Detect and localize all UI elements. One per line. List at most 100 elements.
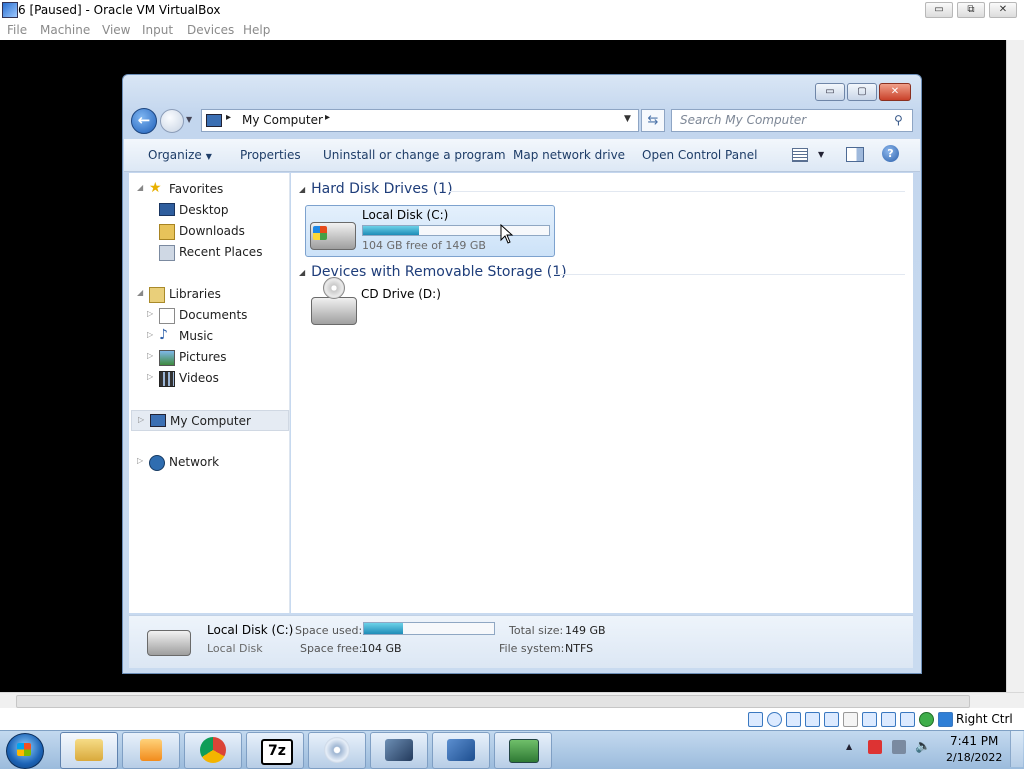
forward-button[interactable] (160, 109, 184, 133)
group-divider (449, 191, 905, 192)
sidebar-item-favorites[interactable]: ◢ ★ Favorites (129, 179, 287, 200)
sidebar-item-documents[interactable]: ▷ Documents (129, 305, 287, 326)
sidebar-item-downloads[interactable]: Downloads (129, 221, 287, 242)
sidebar-item-pictures[interactable]: ▷ Pictures (129, 347, 287, 368)
drive-tile-local-disk-c[interactable]: Local Disk (C:) 104 GB free of 149 GB (305, 205, 555, 257)
change-view-icon[interactable] (792, 148, 808, 162)
expand-arrow-icon[interactable]: ▷ (147, 309, 153, 318)
expand-arrow-icon[interactable]: ▷ (147, 372, 153, 381)
network-icon (149, 455, 165, 471)
menu-file[interactable]: File (7, 23, 27, 37)
horizontal-scrollbar[interactable] (0, 692, 1024, 709)
chevron-down-icon[interactable]: ▼ (818, 150, 824, 159)
recording-status-icon[interactable] (881, 712, 896, 727)
drive-free-space: 104 GB free of 149 GB (362, 239, 486, 252)
sidebar-item-label: Desktop (179, 203, 229, 217)
history-dropdown-icon[interactable]: ▼ (186, 115, 192, 124)
sidebar-item-label: Recent Places (179, 245, 263, 259)
space-free-value: 104 GB (361, 642, 402, 655)
show-desktop-button[interactable] (1010, 731, 1023, 767)
action-center-flag-icon[interactable] (868, 740, 882, 754)
sidebar-item-libraries[interactable]: ◢ Libraries (129, 284, 287, 305)
vbox-statusbar (0, 708, 1024, 730)
volume-icon[interactable]: 🔈 (915, 740, 931, 754)
taskbar-virtualbox-button[interactable] (370, 732, 428, 769)
preview-pane-icon[interactable] (846, 147, 864, 162)
keyboard-capture-status-icon[interactable] (938, 712, 953, 727)
sidebar-item-recent-places[interactable]: Recent Places (129, 242, 287, 263)
explorer-close-button[interactable]: ✕ (879, 83, 911, 101)
network-status-icon[interactable] (805, 712, 820, 727)
virtualbox-icon (385, 739, 413, 761)
sidebar-item-network[interactable]: ▷ Network (129, 452, 287, 473)
disc-icon (323, 277, 345, 299)
explorer-maximize-button[interactable]: ▢ (847, 83, 877, 101)
organize-button[interactable]: Organize ▼ (148, 148, 212, 162)
search-icon[interactable]: ⚲ (894, 113, 903, 127)
group-header-hard-disk-drives[interactable]: ◢ Hard Disk Drives (1) (299, 181, 453, 197)
clock-time[interactable]: 7:41 PM (950, 734, 998, 748)
sidebar-item-my-computer[interactable]: ▷ My Computer (131, 410, 289, 431)
vertical-scrollbar[interactable] (1006, 40, 1024, 692)
drive-name[interactable]: CD Drive (D:) (361, 287, 441, 301)
refresh-button[interactable]: ⇆ (641, 109, 665, 132)
explorer-window: ▭ ▢ ✕ ← ▼ ▸ My Computer ▸ ▼ ⇆ Search My … (122, 74, 922, 674)
menu-devices[interactable]: Devices (187, 23, 234, 37)
taskbar-disc-burner-button[interactable] (308, 732, 366, 769)
menu-input[interactable]: Input (142, 23, 173, 37)
taskbar-win7-tool-button[interactable] (432, 732, 490, 769)
restore-button[interactable]: ⧉ (957, 2, 985, 18)
libraries-icon (149, 287, 165, 303)
explorer-minimize-button[interactable]: ▭ (815, 83, 845, 101)
address-dropdown-icon[interactable]: ▼ (624, 114, 631, 124)
audio-status-icon[interactable] (786, 712, 801, 727)
breadcrumb-separator[interactable]: ▸ (226, 112, 231, 123)
sidebar-item-label: Pictures (179, 350, 227, 364)
vt-x-status-icon[interactable] (900, 712, 915, 727)
network-tray-icon[interactable] (892, 740, 906, 754)
taskbar-media-player-button[interactable] (122, 732, 180, 769)
properties-button[interactable]: Properties (240, 148, 301, 162)
taskbar-system-tool-button[interactable] (494, 732, 552, 769)
sidebar-item-music[interactable]: ▷ ♪ Music (129, 326, 287, 347)
address-bar[interactable]: ▸ My Computer ▸ ▼ (201, 109, 639, 132)
show-hidden-icons-icon[interactable]: ▲ (846, 742, 852, 751)
breadcrumb-my-computer[interactable]: My Computer (242, 113, 323, 127)
menu-machine[interactable]: Machine (40, 23, 90, 37)
group-divider (555, 274, 905, 275)
display-status-icon[interactable] (862, 712, 877, 727)
back-button[interactable]: ← (131, 108, 157, 134)
help-icon[interactable]: ? (882, 145, 899, 162)
desktop-icon (159, 203, 175, 216)
collapse-arrow-icon[interactable]: ◢ (137, 288, 143, 297)
file-system-value: NTFS (565, 642, 594, 655)
expand-arrow-icon[interactable]: ▷ (137, 456, 143, 465)
map-network-drive-button[interactable]: Map network drive (513, 148, 625, 162)
uninstall-program-button[interactable]: Uninstall or change a program (323, 148, 506, 162)
hard-disk-status-icon[interactable] (748, 712, 763, 727)
search-input[interactable]: Search My Computer ⚲ (671, 109, 913, 132)
usb-status-icon[interactable] (824, 712, 839, 727)
shared-folders-status-icon[interactable] (843, 712, 858, 727)
breadcrumb-separator[interactable]: ▸ (325, 112, 330, 123)
taskbar-explorer-button[interactable] (60, 732, 118, 769)
mouse-integration-status-icon[interactable] (919, 712, 934, 727)
scrollbar-thumb[interactable] (16, 695, 970, 708)
collapse-arrow-icon[interactable]: ◢ (137, 183, 143, 192)
sidebar-item-desktop[interactable]: Desktop (129, 200, 287, 221)
expand-arrow-icon[interactable]: ▷ (138, 415, 144, 424)
optical-drive-status-icon[interactable] (767, 712, 782, 727)
collapse-arrow-icon[interactable]: ◢ (299, 185, 305, 194)
sidebar-item-videos[interactable]: ▷ Videos (129, 368, 287, 389)
taskbar-7zip-button[interactable]: 7z (246, 732, 304, 769)
menu-help[interactable]: Help (243, 23, 270, 37)
minimize-button[interactable]: ▭ (925, 2, 953, 18)
open-control-panel-button[interactable]: Open Control Panel (642, 148, 757, 162)
close-button[interactable]: ✕ (989, 2, 1017, 18)
expand-arrow-icon[interactable]: ▷ (147, 351, 153, 360)
expand-arrow-icon[interactable]: ▷ (147, 330, 153, 339)
taskbar-chrome-button[interactable] (184, 732, 242, 769)
menu-view[interactable]: View (102, 23, 130, 37)
details-pane: Local Disk (C:) Local Disk Space used: S… (129, 615, 913, 668)
clock-date[interactable]: 2/18/2022 (946, 751, 1002, 764)
